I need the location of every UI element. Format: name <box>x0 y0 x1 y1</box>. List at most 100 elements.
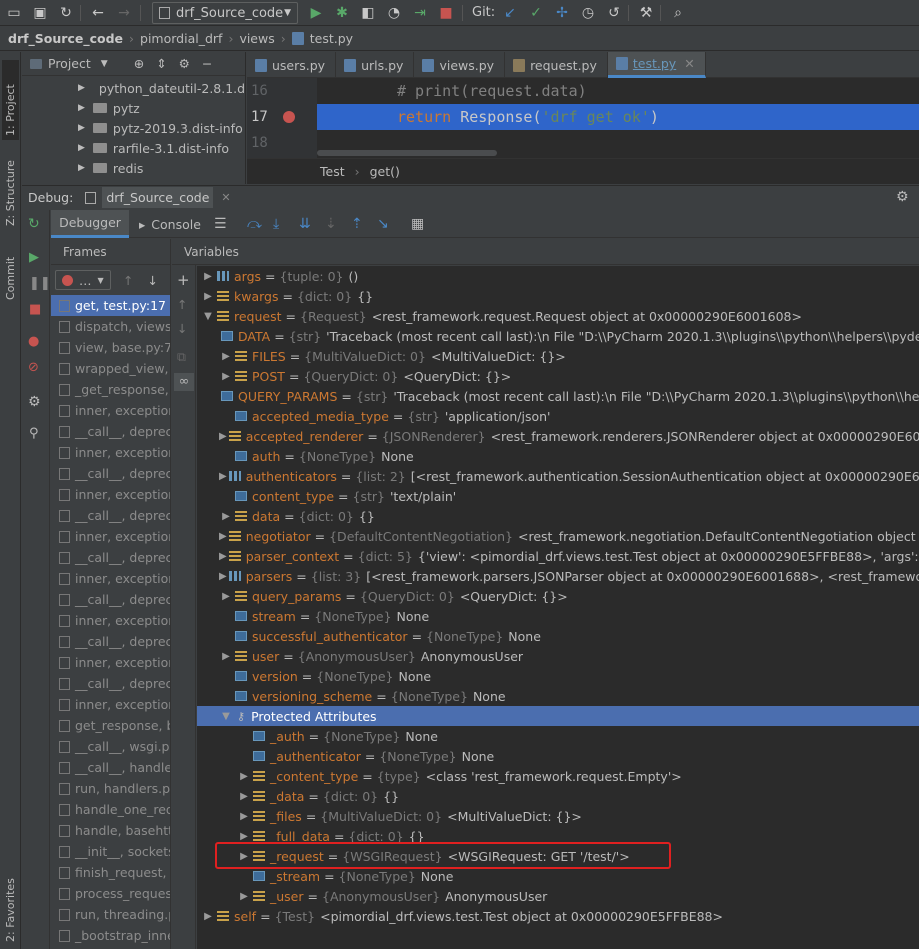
collapse-icon[interactable]: ▼ <box>201 311 215 322</box>
frame-item[interactable]: _bootstrap_inne <box>51 925 170 946</box>
code-line[interactable]: 16 # print(request.data) <box>247 78 919 104</box>
collapse-icon[interactable]: ▼ <box>219 711 233 722</box>
frame-item[interactable]: inner, exception <box>51 484 170 505</box>
arrow-down-icon[interactable]: ↓ <box>177 321 187 336</box>
expand-icon[interactable]: ▶ <box>219 511 233 522</box>
git-push-icon[interactable]: ✢ <box>552 3 572 23</box>
frame-item[interactable]: process_request <box>51 883 170 904</box>
horizontal-scrollbar[interactable] <box>317 150 497 156</box>
frame-item[interactable]: get, test.py:17 <box>51 295 170 316</box>
frame-item[interactable]: __call__, depreca <box>51 463 170 484</box>
variable-row[interactable]: ▶ args = {tuple: 0}() <box>197 266 919 286</box>
mute-breakpoints-icon[interactable]: ⊘ <box>28 360 39 375</box>
variable-row[interactable]: ▼ request = {Request} <rest_framework.reques… <box>197 306 919 326</box>
add-watch-icon[interactable]: + <box>177 271 190 289</box>
breadcrumb-file[interactable]: test.py <box>310 31 353 46</box>
variable-row[interactable]: ▶ parser_context = {dict: 5} {'view': <pimor… <box>197 546 919 566</box>
variable-row[interactable]: _stream = {NoneType} None <box>197 866 919 886</box>
git-commit-icon[interactable]: ✓ <box>526 3 546 23</box>
expand-icon[interactable]: ▶ <box>219 531 227 542</box>
tree-item[interactable]: ▶ pytz-2019.3.dist-info <box>78 118 245 138</box>
variable-row[interactable]: ▶ POST = {QueryDict: 0} <QueryDict: {}> <box>197 366 919 386</box>
save-all-icon[interactable]: ▣ <box>30 3 50 23</box>
frame-item[interactable]: wrapped_view, c <box>51 358 170 379</box>
step-out-icon[interactable]: ⇡ <box>351 210 363 238</box>
frame-item[interactable]: handle_one_requ <box>51 799 170 820</box>
profile-icon[interactable]: ◔ <box>384 3 404 23</box>
breadcrumb-folder[interactable]: views <box>239 31 274 46</box>
expand-icon[interactable]: ▶ <box>219 431 227 442</box>
breakpoint-icon[interactable] <box>283 111 295 123</box>
frame-item[interactable]: inner, exception <box>51 442 170 463</box>
tab-users-py[interactable]: users.py <box>247 52 337 78</box>
variable-row[interactable]: ▶ authenticators = {list: 2} [<rest_framewor… <box>197 466 919 486</box>
run-to-cursor-icon[interactable]: ↘ <box>377 210 389 238</box>
tab-urls-py[interactable]: urls.py <box>336 52 415 78</box>
frame-item[interactable]: __init__, socketse <box>51 841 170 862</box>
expand-icon[interactable]: ▶ <box>219 471 227 482</box>
git-update-icon[interactable]: ↙ <box>500 3 520 23</box>
frame-item[interactable]: __call__, handlers <box>51 757 170 778</box>
run-icon[interactable]: ▶ <box>306 3 326 23</box>
expand-icon[interactable]: ▶ <box>237 811 251 822</box>
step-into-icon[interactable]: ⇊ <box>299 210 311 238</box>
variable-row[interactable]: ▶ _files = {MultiValueDict: 0} <MultiValueDi… <box>197 806 919 826</box>
tree-item[interactable]: ▶ redis <box>78 158 245 178</box>
stop-icon[interactable]: ■ <box>436 3 456 23</box>
variable-row[interactable]: DATA = {str} 'Traceback (most recent call l… <box>197 326 919 346</box>
tab-commit-vertical[interactable]: Commit <box>2 244 19 304</box>
tab-test-py[interactable]: test.py ✕ <box>607 52 706 78</box>
arrow-up-icon[interactable]: ↑ <box>177 297 187 312</box>
frame-item[interactable]: inner, exception <box>51 694 170 715</box>
frame-item[interactable]: __call__, depreca <box>51 505 170 526</box>
evaluate-expression-icon[interactable]: ▦ <box>411 210 424 238</box>
arrow-down-icon[interactable]: ↓ <box>147 273 157 288</box>
gear-icon[interactable]: ⚙ <box>896 189 909 205</box>
arrow-up-icon[interactable]: ↑ <box>123 273 133 288</box>
tab-console[interactable]: ▸ Console <box>139 210 201 238</box>
variable-row[interactable]: ▶ _data = {dict: 0}{} <box>197 786 919 806</box>
glasses-icon[interactable]: ∞ <box>174 373 194 391</box>
variable-row[interactable]: ▶ negotiator = {DefaultContentNegotiation} <… <box>197 526 919 546</box>
expand-icon[interactable]: ▶ <box>219 591 233 602</box>
variable-row[interactable]: successful_authenticator = {NoneType} None <box>197 626 919 646</box>
tab-debugger[interactable]: Debugger <box>51 210 129 238</box>
variable-row[interactable]: content_type = {str}'text/plain' <box>197 486 919 506</box>
show-execution-point-icon[interactable]: ⤼ <box>247 210 262 238</box>
close-icon[interactable]: ✕ <box>684 56 694 71</box>
breadcrumb-package[interactable]: pimordial_drf <box>140 31 222 46</box>
sync-icon[interactable]: ↻ <box>56 3 76 23</box>
debug-session-tab[interactable]: drf_Source_code <box>102 187 214 208</box>
frame-item[interactable]: __call__, depreca <box>51 673 170 694</box>
variable-row[interactable]: _auth = {NoneType} None <box>197 726 919 746</box>
forward-icon[interactable]: → <box>114 3 134 23</box>
pause-icon[interactable]: ❚❚ <box>29 276 51 291</box>
variable-row[interactable]: auth = {NoneType} None <box>197 446 919 466</box>
duplicate-icon[interactable]: ⧉ <box>177 349 186 365</box>
step-into-my-code-icon[interactable]: ⇣ <box>325 210 337 238</box>
variable-row[interactable]: accepted_media_type = {str}'application/js… <box>197 406 919 426</box>
breadcrumb-method[interactable]: get() <box>370 164 400 179</box>
frame-item[interactable]: __call__, depreca <box>51 589 170 610</box>
rerun-icon[interactable]: ⇥ <box>410 3 430 23</box>
back-icon[interactable]: ← <box>88 3 108 23</box>
tree-item[interactable]: ▶ rarfile-3.1.dist-info <box>78 138 245 158</box>
frame-item[interactable]: view, base.py:74 <box>51 337 170 358</box>
variable-row[interactable]: ▶ accepted_renderer = {JSONRenderer} <rest_f… <box>197 426 919 446</box>
frame-item[interactable]: run, handlers.py: <box>51 778 170 799</box>
run-config-select[interactable]: drf_Source_code ▼ <box>152 2 298 24</box>
view-breakpoints-icon[interactable]: ● <box>28 334 39 349</box>
collapse-all-icon[interactable]: ⇕ <box>156 56 166 71</box>
expand-icon[interactable]: ▶ <box>219 351 233 362</box>
expand-icon[interactable]: ▶ <box>237 891 251 902</box>
tree-item[interactable]: ▶ python_dateutil-2.8.1.d <box>78 78 245 98</box>
tab-structure-vertical[interactable]: Z: Structure <box>2 148 19 230</box>
resume-icon[interactable]: ▶ <box>29 250 39 265</box>
variable-row[interactable]: ▶ _user = {AnonymousUser} AnonymousUser <box>197 886 919 906</box>
frame-item[interactable]: finish_request, s <box>51 862 170 883</box>
settings-wrench-icon[interactable]: ⚒ <box>636 3 656 23</box>
breadcrumb-project[interactable]: drf_Source_code <box>8 31 123 46</box>
minimize-icon[interactable]: − <box>202 56 212 71</box>
coverage-icon[interactable]: ◧ <box>358 3 378 23</box>
gear-icon[interactable]: ⚙ <box>179 56 190 71</box>
